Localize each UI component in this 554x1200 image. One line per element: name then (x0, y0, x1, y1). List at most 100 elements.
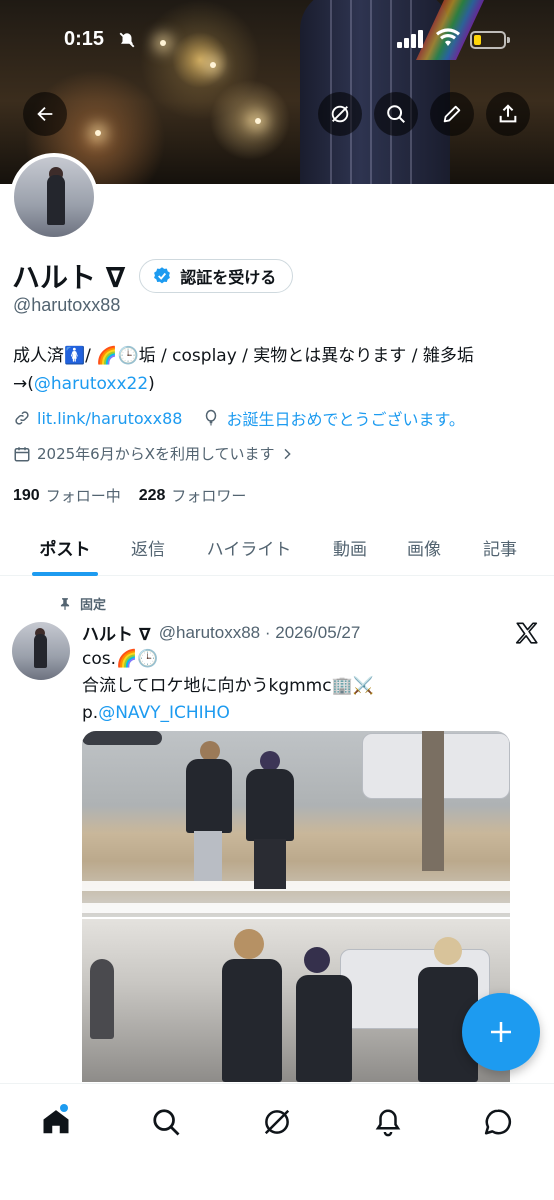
get-verified-label: 認証を受ける (180, 268, 277, 287)
bio: 成人済🚺/ 🌈🕒垢 / cosplay / 実物とは異なります / 雑多垢 →(… (13, 342, 543, 398)
photo-person (200, 741, 220, 761)
photo-person (304, 947, 330, 973)
tab-media[interactable]: 画像 (368, 518, 480, 576)
tab-articles[interactable]: 記事 (480, 518, 520, 576)
photo-person (222, 959, 282, 1082)
arrow-left-icon (37, 106, 53, 122)
nav-search[interactable] (144, 1100, 188, 1144)
battery-icon (470, 31, 506, 49)
post-author-meta: @harutoxx88 · 2026/05/27 (158, 622, 361, 642)
website-link[interactable]: lit.link/harutoxx88 (13, 409, 182, 428)
nav-messages[interactable] (476, 1100, 520, 1144)
photo-pole (422, 731, 444, 871)
tab-replies[interactable]: 返信 (130, 518, 166, 576)
post-photo[interactable] (82, 919, 510, 1082)
pin-icon (60, 597, 70, 610)
photo-person (194, 831, 222, 881)
photo-person (90, 959, 114, 1039)
search-icon (387, 105, 405, 123)
home-icon (43, 1110, 69, 1134)
compose-button[interactable] (462, 993, 540, 1071)
verified-badge-icon (154, 267, 171, 284)
calendar-icon (14, 446, 30, 461)
bio-mention-link[interactable]: @harutoxx22 (34, 374, 148, 394)
silent-mode-icon (118, 31, 136, 53)
following-link[interactable]: 190 フォロー中 (13, 485, 121, 506)
photo-person (254, 839, 286, 889)
photo-car (82, 731, 162, 745)
banner-light (95, 130, 101, 136)
post-author-avatar[interactable] (12, 622, 70, 680)
website-url[interactable]: lit.link/harutoxx88 (37, 409, 182, 428)
message-icon (484, 1109, 512, 1135)
back-button[interactable] (23, 92, 67, 136)
banner-light (255, 118, 261, 124)
birthday-item: お誕生日おめでとうございます。 (202, 406, 465, 430)
bio-line: →(@harutoxx22) (13, 370, 543, 398)
chevron-right-icon (284, 448, 291, 459)
notification-dot (60, 1104, 68, 1112)
status-bar: 0:15 (0, 22, 554, 62)
post-author-name[interactable]: ハルト ∇ (82, 620, 151, 645)
user-handle: @harutoxx88 (13, 295, 121, 315)
post-mention-link[interactable]: @NAVY_ICHIHO (98, 703, 230, 723)
display-name: ハルト ∇ (12, 261, 126, 294)
name-row: ハルト ∇ 認証を受ける (12, 256, 294, 296)
nav-grok[interactable] (255, 1100, 299, 1144)
battery-tip (507, 37, 510, 43)
followers-link[interactable]: 228 フォロワー (139, 485, 247, 506)
tab-highlights[interactable]: ハイライト (166, 518, 332, 576)
photo-crosswalk (82, 881, 510, 891)
bio-text: →( (13, 374, 34, 394)
post-line: p.@NAVY_ICHIHO (82, 700, 522, 727)
photo-crosswalk (82, 903, 510, 913)
get-verified-button[interactable]: 認証を受ける (139, 259, 294, 293)
post-header: ハルト ∇ @harutoxx88 · 2026/05/27 (82, 620, 361, 646)
bio-text: ) (148, 374, 155, 394)
pinned-label: 固定 (80, 598, 107, 613)
joined-date[interactable]: 2025年6月からXを利用しています (13, 443, 301, 464)
post-line: cos.🌈🕒 (82, 649, 159, 669)
link-icon (15, 411, 29, 425)
follow-stats: 190 フォロー中 228 フォロワー (13, 485, 264, 506)
following-count: 190 (13, 486, 40, 504)
photo-person (234, 929, 264, 959)
nav-notifications[interactable] (366, 1100, 410, 1144)
search-icon (153, 1109, 180, 1136)
search-button[interactable] (374, 92, 418, 136)
profile-meta: lit.link/harutoxx88 お誕生日おめでとうございます。 (13, 406, 485, 430)
following-label: フォロー中 (45, 487, 121, 505)
balloon-icon (206, 409, 217, 426)
grok-button[interactable] (318, 92, 362, 136)
status-time: 0:15 (64, 28, 105, 50)
edit-button[interactable] (430, 92, 474, 136)
birthday-text: お誕生日おめでとうございます。 (226, 410, 465, 429)
bell-icon (375, 1109, 401, 1137)
bottom-nav (0, 1083, 554, 1200)
profile-avatar[interactable] (10, 153, 98, 241)
x-logo-icon[interactable] (514, 620, 540, 646)
tab-videos[interactable]: 動画 (332, 518, 368, 576)
joined-text: 2025年6月からXを利用しています (37, 445, 275, 463)
pinned-indicator: 固定 (58, 594, 106, 613)
followers-label: フォロワー (171, 487, 247, 505)
post-text-prefix: p. (82, 703, 99, 723)
post-photo[interactable] (82, 731, 510, 917)
nav-home[interactable] (34, 1100, 78, 1144)
post-line: 合流してロケ地に向かうkgmmc🏢⚔️ (82, 676, 374, 696)
photo-person (260, 751, 280, 771)
post-text: cos.🌈🕒 合流してロケ地に向かうkgmmc🏢⚔️ p.@NAVY_ICHIH… (82, 646, 522, 727)
grok-icon (264, 1109, 290, 1135)
banner-light (210, 62, 216, 68)
profile-tabs: ポスト 返信 ハイライト 動画 画像 記事 (0, 518, 554, 576)
pencil-icon (443, 105, 461, 123)
tab-posts[interactable]: ポスト (0, 518, 130, 576)
photo-person (296, 975, 352, 1082)
followers-count: 228 (138, 486, 166, 504)
photo-person (246, 769, 294, 841)
photo-person (434, 937, 462, 965)
plus-icon (491, 1022, 511, 1042)
share-button[interactable] (486, 92, 530, 136)
photo-person (186, 759, 232, 833)
share-icon (499, 104, 517, 123)
